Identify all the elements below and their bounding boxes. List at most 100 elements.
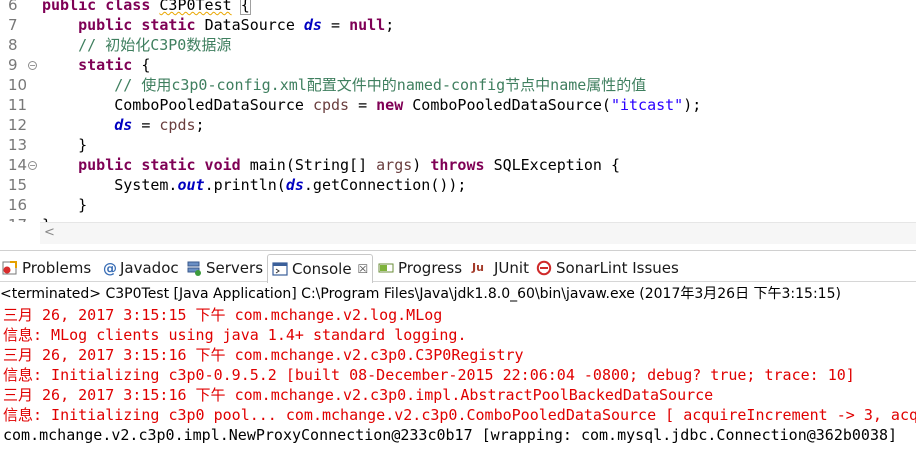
tab-junit[interactable]: Ju JUnit bbox=[472, 255, 529, 281]
line-number: 8 bbox=[8, 36, 18, 54]
console-process-label: <terminated> C3P0Test [Java Application]… bbox=[0, 286, 841, 302]
code-line[interactable]: 10 // 使用c3p0-config.xml配置文件中的named-confi… bbox=[0, 75, 916, 95]
svg-text:@: @ bbox=[103, 261, 116, 276]
line-number: 15 bbox=[8, 176, 28, 194]
line-number: 9 bbox=[8, 56, 18, 74]
code-line[interactable]: 8 // 初始化C3P0数据源 bbox=[0, 35, 916, 55]
code-token: ComboPooledDataSource bbox=[114, 96, 313, 114]
code-text[interactable]: System.out.println(ds.getConnection()); bbox=[42, 175, 466, 195]
progress-icon bbox=[378, 260, 394, 276]
code-line[interactable]: 6 public class C3P0Test { bbox=[0, 0, 916, 15]
console-stdout-line: com.mchange.v2.c3p0.impl.NewProxyConnect… bbox=[3, 426, 898, 444]
code-line[interactable]: 15 System.out.println(ds.getConnection()… bbox=[0, 175, 916, 195]
code-text[interactable]: } bbox=[42, 135, 87, 155]
code-line[interactable]: 9− static { bbox=[0, 55, 916, 75]
code-editor[interactable]: 6 public class C3P0Test {7 public static … bbox=[0, 0, 916, 222]
code-token: C3P0Test bbox=[159, 0, 232, 14]
code-text[interactable]: // 使用c3p0-config.xml配置文件中的named-config节点… bbox=[42, 75, 646, 95]
code-token: null bbox=[349, 16, 386, 34]
close-icon[interactable]: ☒ bbox=[358, 262, 369, 276]
tab-servers[interactable]: Servers bbox=[186, 255, 263, 281]
code-token: out bbox=[177, 176, 205, 194]
code-text[interactable]: public class C3P0Test { bbox=[42, 0, 251, 15]
code-token: .getConnection()); bbox=[303, 176, 467, 194]
line-gutter: 12 bbox=[0, 115, 40, 135]
code-token: { bbox=[239, 0, 251, 15]
code-token: ds bbox=[303, 16, 322, 34]
console-stderr-line: 三月 26, 2017 3:15:15 下午 com.mchange.v2.lo… bbox=[3, 306, 443, 324]
tab-console[interactable]: Console ☒ bbox=[267, 254, 374, 283]
code-token: ; bbox=[385, 16, 395, 34]
code-line[interactable]: 17} bbox=[0, 215, 916, 222]
console-stderr-line: 信息: Initializing c3p0 pool... com.mchang… bbox=[3, 406, 916, 424]
code-token: System. bbox=[114, 176, 178, 194]
code-token: } bbox=[42, 136, 88, 154]
code-token: throws bbox=[430, 156, 494, 174]
code-line[interactable]: 11 ComboPooledDataSource cpds = new Comb… bbox=[0, 95, 916, 115]
line-gutter: 7 bbox=[0, 15, 40, 35]
tab-label: JUnit bbox=[494, 259, 529, 277]
code-text[interactable]: } bbox=[42, 195, 87, 215]
console-stderr-line: 信息: Initializing c3p0-0.9.5.2 [built 08-… bbox=[3, 366, 855, 384]
code-token: public static void bbox=[78, 156, 250, 174]
line-gutter: 6 bbox=[0, 0, 40, 15]
code-token: = bbox=[321, 16, 350, 34]
line-gutter: 17 bbox=[0, 215, 40, 222]
code-text[interactable]: ComboPooledDataSource cpds = new ComboPo… bbox=[42, 95, 701, 115]
fold-toggle-icon[interactable]: − bbox=[28, 61, 37, 70]
tab-progress[interactable]: Progress bbox=[378, 255, 462, 281]
code-line[interactable]: 16 } bbox=[0, 195, 916, 215]
code-token: } bbox=[42, 196, 88, 214]
console-stderr-line: 信息: MLog clients using java 1.4+ standar… bbox=[3, 326, 467, 344]
code-token: // 初始化C3P0数据源 bbox=[78, 36, 232, 54]
line-number: 16 bbox=[8, 196, 28, 214]
tab-label: SonarLint Issues bbox=[556, 259, 679, 277]
line-gutter: 9− bbox=[0, 55, 40, 75]
code-text[interactable]: } bbox=[42, 215, 51, 222]
sonarlint-icon bbox=[536, 260, 552, 276]
code-text[interactable]: // 初始化C3P0数据源 bbox=[42, 35, 231, 55]
fold-toggle-icon[interactable]: − bbox=[28, 161, 37, 170]
code-line[interactable]: 12 ds = cpds; bbox=[0, 115, 916, 135]
code-text[interactable]: public static DataSource ds = null; bbox=[42, 15, 394, 35]
code-token: main(String[] bbox=[249, 156, 377, 174]
code-line[interactable]: 7 public static DataSource ds = null; bbox=[0, 15, 916, 35]
console-stderr-line: 三月 26, 2017 3:15:16 下午 com.mchange.v2.c3… bbox=[3, 346, 524, 364]
code-text[interactable]: public static void main(String[] args) t… bbox=[42, 155, 620, 175]
tab-label: Progress bbox=[398, 259, 463, 277]
code-text[interactable]: static { bbox=[42, 55, 150, 75]
tab-label: Servers bbox=[206, 259, 264, 277]
code-token: SQLException { bbox=[493, 156, 620, 174]
line-number: 7 bbox=[8, 16, 18, 34]
code-token: // 使用c3p0-config.xml配置文件中的named-config节点… bbox=[114, 76, 647, 94]
code-line[interactable]: 14− public static void main(String[] arg… bbox=[0, 155, 916, 175]
tab-sonarlint[interactable]: SonarLint Issues bbox=[536, 255, 679, 281]
tab-label: Problems bbox=[22, 259, 92, 277]
console-output[interactable]: 三月 26, 2017 3:15:15 下午 com.mchange.v2.lo… bbox=[0, 304, 916, 451]
code-token: ComboPooledDataSource( bbox=[412, 96, 611, 114]
servers-icon bbox=[186, 260, 202, 276]
line-number: 17 bbox=[8, 215, 27, 222]
code-token: args bbox=[376, 156, 413, 174]
code-token: ) bbox=[412, 156, 431, 174]
code-token: public static bbox=[78, 16, 205, 34]
code-text[interactable]: ds = cpds; bbox=[42, 115, 204, 135]
code-token: cpds bbox=[312, 96, 350, 114]
tab-javadoc[interactable]: @ Javadoc bbox=[100, 255, 179, 281]
editor-gutter bbox=[0, 222, 40, 244]
code-token: ds bbox=[114, 116, 133, 134]
view-tab-bar: Problems @ Javadoc Servers Console ☒ Pro… bbox=[0, 250, 916, 283]
line-number: 13 bbox=[8, 136, 28, 154]
editor-horizontal-scrollbar[interactable]: < bbox=[40, 222, 916, 244]
junit-icon: Ju bbox=[472, 261, 484, 274]
line-number: 10 bbox=[8, 76, 28, 94]
scroll-left-icon[interactable]: < bbox=[44, 225, 55, 240]
tab-problems[interactable]: Problems bbox=[2, 255, 91, 281]
code-token: cpds bbox=[159, 116, 196, 134]
code-line[interactable]: 13 } bbox=[0, 135, 916, 155]
